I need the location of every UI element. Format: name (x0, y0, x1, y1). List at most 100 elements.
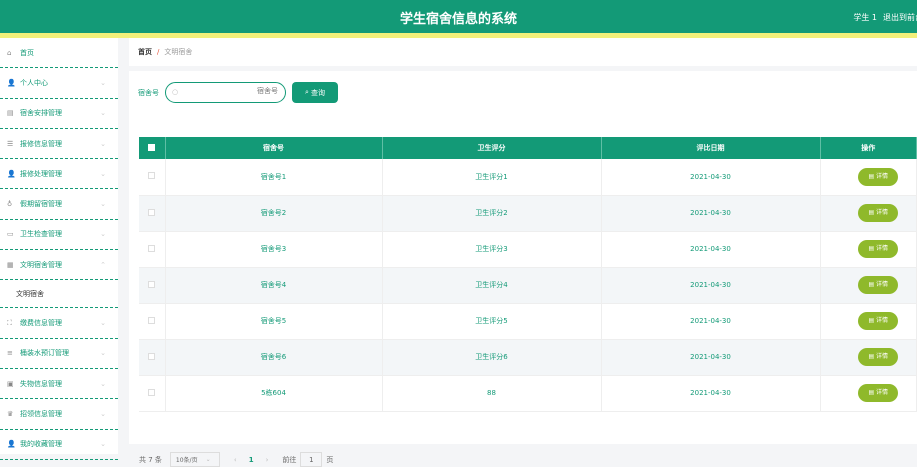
sidebar-item[interactable]: ⌂ 首页 (0, 38, 118, 69)
user-icon: 👤 (7, 440, 16, 449)
room-search-input[interactable] (182, 87, 278, 95)
score-cell: 卫生评分2 (382, 195, 602, 232)
score-cell: 88 (382, 375, 602, 412)
date-cell: 2021-04-30 (601, 195, 821, 232)
page-size-value: 10条/页 (175, 457, 198, 464)
date-cell: 2021-04-30 (601, 303, 821, 340)
sidebar-subitem-civilized-dorm[interactable]: 文明宿舍 (0, 280, 118, 309)
row-checkbox[interactable] (139, 231, 166, 268)
main: 首页 / 文明宿舍 宿舍号 ○ ⌕查询 宿舍号 卫生评分 评比日期 操作 宿舍号… (129, 38, 917, 467)
row-checkbox[interactable] (139, 267, 166, 304)
sidebar-item-label: 招领信息管理 (20, 409, 62, 418)
goto-label: 前往 (282, 455, 297, 464)
chevron-up-icon: ⌃ (100, 260, 106, 269)
breadcrumb-separator: / (157, 48, 160, 56)
list-icon: ≡ (7, 349, 13, 358)
sidebar-item[interactable]: ⛶ 缴费信息管理 ⌄ (0, 308, 118, 339)
app-title: 学生宿舍信息的系统 (399, 12, 517, 27)
sidebar-item[interactable]: ☰ 报修信息管理 ⌄ (0, 129, 118, 160)
sidebar-item[interactable]: ≡ 桶装水预订管理 ⌄ (0, 339, 118, 369)
detail-button[interactable]: ▤ 详情 (858, 204, 899, 222)
trophy-icon: ♛ (7, 409, 14, 418)
user-icon: 👤 (7, 169, 16, 178)
detail-button[interactable]: ▤ 详情 (858, 312, 899, 330)
sidebar-item[interactable]: 👤 我的收藏管理 ⌄ (0, 430, 118, 460)
room-cell: 宿舍号1 (165, 159, 383, 196)
date-cell: 2021-04-30 (601, 159, 821, 196)
logout-link[interactable]: 退出到前台 (883, 12, 917, 23)
sidebar-item[interactable]: ▣ 失物信息管理 ⌄ (0, 369, 118, 400)
score-cell: 卫生评分5 (382, 303, 602, 340)
detail-button[interactable]: ▤ 详情 (858, 276, 899, 294)
data-table: 宿舍号 卫生评分 评比日期 操作 宿舍号1 卫生评分1 2021-04-30 ▤… (139, 137, 917, 412)
page-size-select[interactable]: 10条/页 ⌄ (169, 452, 220, 467)
detail-button[interactable]: ▤ 详情 (858, 348, 899, 366)
chevron-down-icon: ⌄ (205, 456, 211, 463)
row-checkbox[interactable] (139, 339, 166, 376)
sidebar-item-label: 缴费信息管理 (20, 319, 62, 328)
sidebar-item-label: 首页 (20, 48, 34, 57)
table-row: 5栋604 88 2021-04-30 ▤ 详情 (139, 375, 917, 412)
actions-cell: ▤ 详情 (820, 159, 917, 196)
room-cell: 宿舍号5 (165, 303, 383, 340)
col-score[interactable]: 卫生评分 (382, 137, 602, 159)
next-page-button[interactable]: › (266, 456, 269, 464)
row-checkbox[interactable] (139, 159, 166, 196)
sidebar-item-label: 卫生检查管理 (20, 230, 62, 239)
room-cell: 5栋604 (165, 375, 383, 412)
date-cell: 2021-04-30 (601, 339, 821, 376)
sidebar-item[interactable]: ♁ 假期留宿管理 ⌄ (0, 189, 118, 220)
sidebar-item[interactable]: ▦ 文明宿舍管理 ⌃ (0, 250, 118, 281)
score-cell: 卫生评分1 (382, 159, 602, 196)
chevron-down-icon: ⌄ (100, 78, 106, 87)
col-room[interactable]: 宿舍号 (165, 137, 383, 159)
sidebar-item-label: 失物信息管理 (20, 379, 62, 388)
detail-label: 详情 (876, 353, 889, 360)
total-count: 共 7 条 (139, 455, 162, 464)
query-button-label: 查询 (310, 88, 325, 97)
sidebar-item-label: 宿舍安排管理 (20, 109, 62, 118)
content-panel: 宿舍号 ○ ⌕查询 宿舍号 卫生评分 评比日期 操作 宿舍号1 卫生评分1 20… (129, 71, 917, 467)
mic-icon: ♁ (7, 200, 13, 209)
sidebar-item-label: 个人中心 (20, 78, 48, 87)
page-unit: 页 (326, 455, 334, 464)
actions-cell: ▤ 详情 (820, 375, 917, 412)
detail-button[interactable]: ▤ 详情 (858, 167, 899, 186)
book-icon: ▦ (7, 260, 14, 269)
sidebar-item[interactable]: 👤 个人中心 ⌄ (0, 68, 118, 99)
detail-label: 详情 (876, 389, 889, 396)
sidebar-item[interactable]: ▭ 卫生检查管理 ⌄ (0, 220, 118, 251)
sidebar-item[interactable]: 👤 报修处理管理 ⌄ (0, 159, 118, 190)
pagination: 共 7 条 10条/页 ⌄ ‹ 1 › 前往 1 页 (139, 452, 333, 467)
select-all-checkbox[interactable] (139, 137, 166, 159)
row-checkbox[interactable] (139, 303, 166, 340)
sidebar-item-label: 我的收藏管理 (20, 440, 62, 449)
current-user[interactable]: 学生 1 (853, 12, 877, 23)
detail-button[interactable]: ▤ 详情 (858, 240, 899, 258)
chevron-down-icon: ⌄ (100, 349, 106, 358)
sidebar-item-label: 报修信息管理 (20, 139, 62, 148)
page-number[interactable]: 1 (249, 456, 254, 464)
breadcrumb-home[interactable]: 首页 (138, 47, 152, 57)
actions-cell: ▤ 详情 (820, 339, 917, 376)
sidebar-item[interactable]: ♛ 招领信息管理 ⌄ (0, 399, 118, 430)
search-icon: ○ (172, 88, 179, 96)
col-date[interactable]: 评比日期 (601, 137, 821, 159)
row-checkbox[interactable] (139, 195, 166, 232)
breadcrumb: 首页 / 文明宿舍 (129, 38, 917, 66)
breadcrumb-current: 文明宿舍 (164, 48, 193, 56)
prev-page-button[interactable]: ‹ (234, 456, 237, 464)
goto-page-input[interactable]: 1 (300, 452, 323, 467)
sidebar-item[interactable]: ▤ 宿舍安排管理 ⌄ (0, 99, 118, 129)
detail-label: 详情 (876, 317, 889, 324)
detail-button[interactable]: ▤ 详情 (858, 384, 899, 402)
room-cell: 宿舍号4 (165, 267, 383, 304)
query-button[interactable]: ⌕ 查询 (292, 82, 338, 103)
row-checkbox[interactable] (139, 375, 166, 412)
briefcase-icon: ▭ (7, 230, 14, 239)
room-search-field[interactable]: ○ (165, 82, 286, 103)
room-cell: 宿舍号2 (165, 195, 383, 232)
chevron-down-icon: ⌄ (100, 379, 106, 388)
table-row: 宿舍号5 卫生评分5 2021-04-30 ▤ 详情 (139, 303, 917, 340)
col-actions: 操作 (820, 137, 917, 159)
